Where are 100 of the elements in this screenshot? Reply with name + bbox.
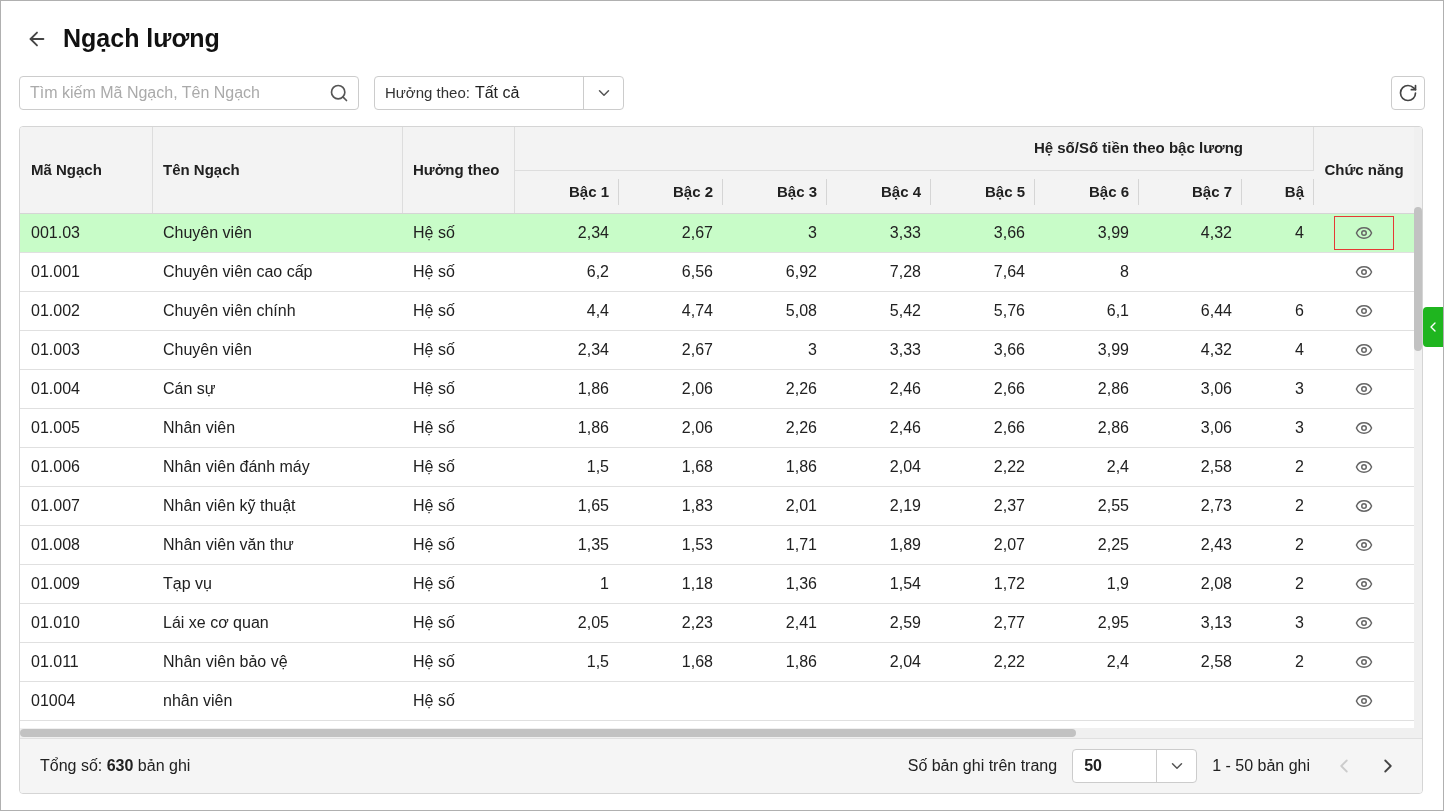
- table-cell-text: 2: [1295, 457, 1304, 477]
- table-cell-text: Chuyên viên: [163, 223, 252, 243]
- column-header: Bậc 5: [984, 181, 1025, 202]
- table-cell-text: Hệ số: [413, 535, 455, 555]
- table-cell-text: Hệ số: [413, 496, 455, 516]
- table-cell-text: 01.007: [31, 496, 80, 516]
- table-cell-text: 2: [1295, 535, 1304, 555]
- eye-icon: [1355, 263, 1373, 281]
- table-cell-text: 1,86: [577, 418, 609, 438]
- table-cell-text: Tạp vụ: [163, 574, 212, 594]
- vertical-scrollbar[interactable]: [1414, 127, 1422, 728]
- table-cell-text: 2,73: [1200, 496, 1232, 516]
- table-cell-text: 4,32: [1200, 340, 1232, 360]
- table-cell-text: 2,58: [1200, 457, 1232, 477]
- table-cell-text: 1,9: [1106, 574, 1129, 594]
- table-cell-text: 1,83: [681, 496, 713, 516]
- eye-icon: [1355, 302, 1373, 320]
- table-cell-text: 1,65: [577, 496, 609, 516]
- table-cell-text: 2,37: [993, 496, 1025, 516]
- table-cell-text: 2,01: [785, 496, 817, 516]
- table-cell-text: Chuyên viên cao cấp: [163, 262, 313, 282]
- table-cell-text: 2,04: [889, 457, 921, 477]
- table-cell-text: nhân viên: [163, 691, 233, 711]
- table-cell-text: 4,74: [681, 301, 713, 321]
- table-cell-text: 3,06: [1200, 418, 1232, 438]
- eye-icon: [1355, 458, 1373, 476]
- table-cell-text: 1,68: [681, 457, 713, 477]
- table-cell-text: 01.010: [31, 613, 80, 633]
- column-header: Bậc 2: [672, 181, 713, 202]
- eye-icon: [1355, 653, 1373, 671]
- table-cell-text: 2,67: [681, 223, 713, 243]
- table-cell-text: 4,32: [1200, 223, 1232, 243]
- table-cell-text: 2: [1295, 496, 1304, 516]
- table-cell-text: 2,22: [993, 457, 1025, 477]
- table-cell-text: Hệ số: [413, 418, 455, 438]
- table-cell-text: Nhân viên bảo vệ: [163, 652, 288, 672]
- table-cell-text: 01.004: [31, 379, 80, 399]
- refresh-button[interactable]: [1391, 76, 1425, 110]
- table-cell-text: Hệ số: [413, 340, 455, 360]
- table-cell-text: 2,26: [785, 418, 817, 438]
- table-cell-text: 2,46: [889, 379, 921, 399]
- table-cell-text: 2,86: [1097, 379, 1129, 399]
- table-cell-text: 5,08: [785, 301, 817, 321]
- table-cell-text: 2,59: [889, 613, 921, 633]
- table-cell-text: 1,86: [785, 457, 817, 477]
- column-header: Bậc 1: [568, 181, 609, 202]
- table-cell-text: Hệ số: [413, 301, 455, 321]
- filter-dropdown[interactable]: Hưởng theo: Tất cả: [374, 76, 624, 110]
- table-cell-text: 3,33: [889, 223, 921, 243]
- table-cell-text: Hệ số: [413, 691, 455, 711]
- table-cell-text: 3: [1295, 613, 1304, 633]
- table-cell-text: 2,07: [993, 535, 1025, 555]
- table-cell-text: 2,55: [1097, 496, 1129, 516]
- table-cell-text: 1,54: [889, 574, 921, 594]
- table-cell-text: 3,66: [993, 340, 1025, 360]
- table-cell-text: 6,44: [1200, 301, 1232, 321]
- table-cell-text: 01.005: [31, 418, 80, 438]
- table-cell-text: 7,28: [889, 262, 921, 282]
- column-header: Bậ: [1284, 181, 1304, 202]
- column-header: Bậc 7: [1191, 181, 1232, 202]
- eye-icon: [1355, 341, 1373, 359]
- table-row[interactable]: 001.03 Chuyên viên Hệ số 2,34 2,67 3 3,33 3,66 3,99 4,32 4: [20, 214, 1414, 253]
- table-cell-text: 1,89: [889, 535, 921, 555]
- eye-icon: [1355, 224, 1373, 242]
- table-cell-text: 1,36: [785, 574, 817, 594]
- view-button[interactable]: [1334, 216, 1394, 250]
- table-cell-text: 2: [1295, 574, 1304, 594]
- eye-icon: [1355, 419, 1373, 437]
- table-cell-text: 2,67: [681, 340, 713, 360]
- table-cell-text: 1,71: [785, 535, 817, 555]
- table-cell-text: 2,06: [681, 379, 713, 399]
- table-cell-text: 1,72: [993, 574, 1025, 594]
- search-field[interactable]: Tìm kiếm Mã Ngạch, Tên Ngạch: [19, 76, 359, 110]
- table-cell-text: 5,76: [993, 301, 1025, 321]
- table-cell-text: 8: [1120, 262, 1129, 282]
- filter-value: Tất cả: [474, 83, 520, 103]
- table-cell-text: 2,95: [1097, 613, 1129, 633]
- table-cell-text: 6,56: [681, 262, 713, 282]
- page-size-label: Số bản ghi trên trang: [907, 756, 1058, 776]
- table-cell-text: 6,1: [1106, 301, 1129, 321]
- table-cell-text: 1: [600, 574, 609, 594]
- horizontal-scrollbar[interactable]: [20, 728, 1422, 738]
- column-header: Hưởng theo: [403, 127, 515, 213]
- table-cell-text: 2,4: [1106, 652, 1129, 672]
- table-cell-text: 2,22: [993, 652, 1025, 672]
- table-cell-text: 01.006: [31, 457, 80, 477]
- page-title: Ngạch lương: [63, 23, 220, 55]
- table-cell-text: 01.001: [31, 262, 80, 282]
- side-panel-toggle[interactable]: [1423, 307, 1443, 347]
- table-cell-text: 1,5: [586, 457, 609, 477]
- table-cell-text: Hệ số: [413, 379, 455, 399]
- table-cell-text: 3: [1295, 379, 1304, 399]
- table-cell-text: 3,99: [1097, 340, 1129, 360]
- column-header: Bậc 4: [880, 181, 921, 202]
- table-cell-text: 2,06: [681, 418, 713, 438]
- table-cell-text: 01004: [31, 691, 76, 711]
- page-size-dropdown[interactable]: 50: [1072, 749, 1198, 783]
- table-cell-text: Hệ số: [413, 613, 455, 633]
- table-cell-text: 01.003: [31, 340, 80, 360]
- table-cell-text: 2,58: [1200, 652, 1232, 672]
